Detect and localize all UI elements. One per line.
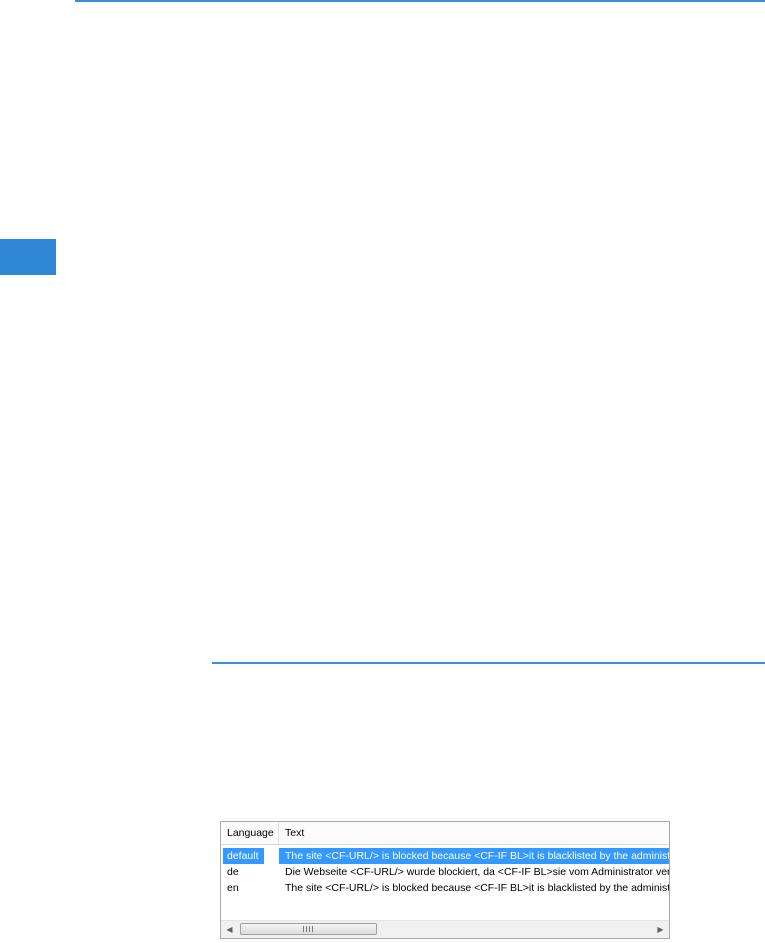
column-header-language[interactable]: Language (221, 822, 279, 844)
cell-language: en (227, 882, 239, 894)
chapter-tab-marker (0, 239, 56, 275)
horizontal-scrollbar[interactable]: ◀ ▶ (221, 920, 669, 938)
section-divider (212, 662, 765, 664)
cell-text: Die Webseite <CF-URL/> wurde blockiert, … (285, 866, 669, 878)
cell-text: The site <CF-URL/> is blocked because <C… (279, 848, 669, 864)
list-row[interactable]: en The site <CF-URL/> is blocked because… (221, 880, 669, 896)
top-divider (75, 0, 765, 2)
list-row[interactable]: de Die Webseite <CF-URL/> wurde blockier… (221, 864, 669, 880)
list-row[interactable]: default The site <CF-URL/> is blocked be… (221, 848, 669, 864)
listview-header: Language Text (221, 822, 669, 845)
grip-icon (303, 926, 313, 932)
column-header-text[interactable]: Text (279, 822, 669, 844)
listview-rows: default The site <CF-URL/> is blocked be… (221, 848, 669, 896)
arrow-right-icon[interactable]: ▶ (652, 921, 669, 938)
cell-language: de (227, 866, 239, 878)
cell-language: default (223, 848, 264, 864)
scrollbar-thumb[interactable] (240, 923, 377, 935)
language-text-listview[interactable]: Language Text default The site <CF-URL/>… (220, 821, 670, 939)
cell-text: The site <CF-URL/> is blocked because <C… (285, 882, 669, 894)
arrow-left-icon[interactable]: ◀ (221, 921, 238, 938)
